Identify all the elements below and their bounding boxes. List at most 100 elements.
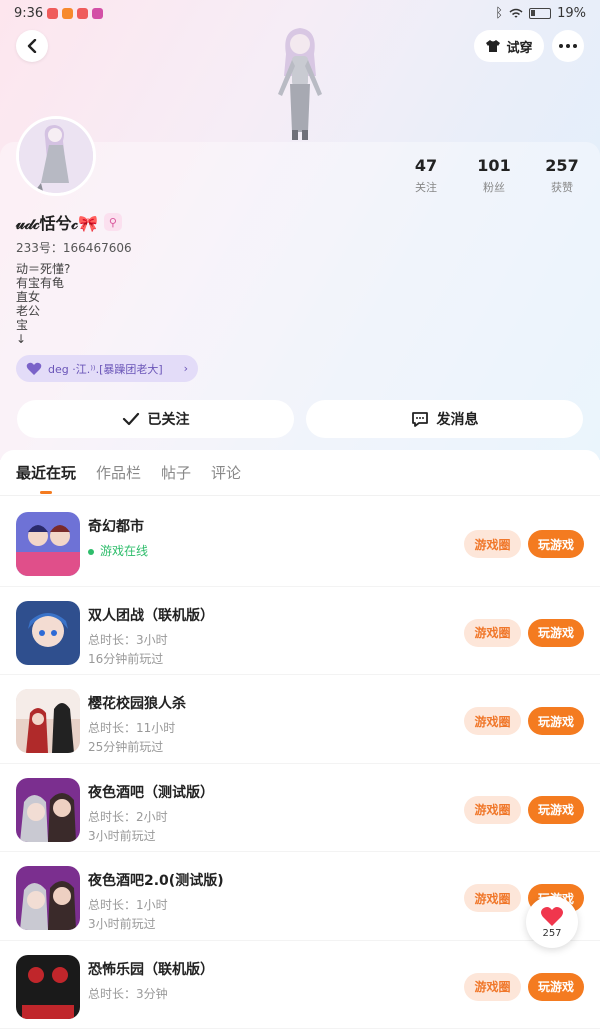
- stat-likes[interactable]: 257 获赞: [532, 156, 592, 195]
- stat-value: 257: [532, 156, 592, 175]
- list-item[interactable]: 奇幻都市 游戏在线 游戏圈 玩游戏: [0, 498, 600, 587]
- tab-recently-played[interactable]: 最近在玩: [16, 450, 76, 496]
- list-item[interactable]: 恐怖乐园（联机版） 总时长：3分钟 游戏圈 玩游戏: [0, 941, 600, 1029]
- play-game-button[interactable]: 玩游戏: [528, 796, 584, 824]
- bio-line: 有宝有龟: [16, 276, 70, 290]
- check-icon: [122, 412, 140, 426]
- game-icon: [16, 778, 80, 842]
- bio-line: 直女: [16, 290, 70, 304]
- username: 𝓊𝒹𝒸恬兮𝒸🎀: [16, 210, 98, 234]
- chevron-right-icon: ›: [184, 362, 188, 375]
- heart-icon: [26, 362, 42, 376]
- profile-tabs: 最近在玩 作品栏 帖子 评论: [0, 450, 600, 496]
- play-game-button[interactable]: 玩游戏: [528, 619, 584, 647]
- battery-icon: [529, 8, 551, 19]
- stat-value: 47: [396, 156, 456, 175]
- wifi-icon: [509, 8, 523, 19]
- chevron-left-icon: [26, 39, 38, 53]
- game-title: 恐怖乐园（联机版）: [88, 959, 214, 979]
- more-dots-icon: [559, 44, 577, 48]
- game-title: 双人团战（联机版）: [88, 605, 214, 625]
- last-played: 3小时前玩过: [88, 915, 156, 932]
- play-game-button[interactable]: 玩游戏: [528, 530, 584, 558]
- stat-label: 粉丝: [464, 179, 524, 195]
- stat-followers[interactable]: 101 粉丝: [464, 156, 524, 195]
- avatar-image: [19, 119, 93, 193]
- game-circle-button[interactable]: 游戏圈: [464, 884, 521, 912]
- list-item[interactable]: 樱花校园狼人杀 总时长：11小时 25分钟前玩过 游戏圈 玩游戏: [0, 675, 600, 764]
- game-circle-button[interactable]: 游戏圈: [464, 707, 521, 735]
- game-circle-button[interactable]: 游戏圈: [464, 796, 521, 824]
- game-list: 奇幻都市 游戏在线 游戏圈 玩游戏 双人团战（联机版） 总时长：3小时 16分钟…: [0, 498, 600, 1029]
- online-status: 游戏在线: [88, 542, 148, 559]
- bluetooth-icon: ᛒ: [495, 6, 503, 21]
- status-time: 9:36: [14, 6, 43, 21]
- app-notification-icon: [47, 8, 58, 19]
- game-title: 奇幻都市: [88, 516, 144, 536]
- user-id: 233号：166467606: [16, 239, 132, 256]
- battery-level: 19%: [557, 6, 586, 21]
- play-duration: 总时长：3分钟: [88, 985, 168, 1002]
- last-played: 25分钟前玩过: [88, 738, 163, 755]
- username-row: 𝓊𝒹𝒸恬兮𝒸🎀 ⚲: [16, 210, 122, 234]
- game-icon: [16, 512, 80, 576]
- stat-label: 关注: [396, 179, 456, 195]
- followed-label: 已关注: [148, 409, 190, 429]
- shirt-icon: [485, 39, 501, 53]
- bio-line: ↓: [16, 332, 70, 346]
- game-icon: [16, 955, 80, 1019]
- status-bar: 9:36 ᛒ 19%: [0, 0, 600, 26]
- play-duration: 总时长：1小时: [88, 896, 168, 913]
- play-duration: 总时长：11小时: [88, 719, 175, 736]
- stat-label: 获赞: [532, 179, 592, 195]
- tab-comments[interactable]: 评论: [211, 450, 241, 496]
- play-duration: 总时长：2小时: [88, 808, 168, 825]
- message-label: 发消息: [437, 409, 479, 429]
- back-button[interactable]: [16, 30, 48, 62]
- game-icon: [16, 689, 80, 753]
- last-played: 16分钟前玩过: [88, 650, 163, 667]
- list-item[interactable]: 夜色酒吧2.0(测试版) 总时长：1小时 3小时前玩过 游戏圈 玩游戏: [0, 852, 600, 941]
- message-icon: [411, 411, 429, 428]
- stat-following[interactable]: 47 关注: [396, 156, 456, 195]
- message-button[interactable]: 发消息: [306, 400, 583, 438]
- badge-icon[interactable]: ⚲: [104, 213, 122, 231]
- play-game-button[interactable]: 玩游戏: [528, 973, 584, 1001]
- game-icon: [16, 601, 80, 665]
- bio-line: 动＝死懂?: [16, 262, 70, 276]
- game-circle-button[interactable]: 游戏圈: [464, 530, 521, 558]
- game-icon: [16, 866, 80, 930]
- stat-value: 101: [464, 156, 524, 175]
- group-tag[interactable]: deg ·江.⁾⁾.[暴躁团老大] ›: [16, 355, 198, 382]
- online-dot-icon: [88, 549, 94, 555]
- like-float-button[interactable]: 257: [526, 896, 578, 948]
- try-on-label: 试穿: [506, 37, 532, 56]
- last-played: 3小时前玩过: [88, 827, 156, 844]
- app-notification-icon: [62, 8, 73, 19]
- game-title: 夜色酒吧（测试版）: [88, 782, 214, 802]
- game-circle-button[interactable]: 游戏圈: [464, 973, 521, 1001]
- list-item[interactable]: 双人团战（联机版） 总时长：3小时 16分钟前玩过 游戏圈 玩游戏: [0, 587, 600, 676]
- group-tag-label: deg ·江.⁾⁾.[暴躁团老大]: [48, 361, 163, 377]
- list-item[interactable]: 夜色酒吧（测试版） 总时长：2小时 3小时前玩过 游戏圈 玩游戏: [0, 764, 600, 853]
- avatar-3d-figure: [262, 24, 338, 142]
- avatar[interactable]: [16, 116, 96, 196]
- app-notification-icon: [92, 8, 103, 19]
- try-on-button[interactable]: 试穿: [474, 30, 544, 62]
- heart-icon: [540, 906, 564, 927]
- bio-line: 宝: [16, 318, 70, 332]
- followed-button[interactable]: 已关注: [17, 400, 294, 438]
- game-circle-button[interactable]: 游戏圈: [464, 619, 521, 647]
- app-notification-icon: [77, 8, 88, 19]
- more-options-button[interactable]: [552, 30, 584, 62]
- tab-posts[interactable]: 帖子: [161, 450, 191, 496]
- play-game-button[interactable]: 玩游戏: [528, 707, 584, 735]
- tab-works[interactable]: 作品栏: [96, 450, 141, 496]
- online-status-label: 游戏在线: [100, 544, 148, 558]
- bio: 动＝死懂? 有宝有龟 直女 老公 宝 ↓: [16, 262, 70, 346]
- play-duration: 总时长：3小时: [88, 631, 168, 648]
- game-title: 樱花校园狼人杀: [88, 693, 186, 713]
- game-title: 夜色酒吧2.0(测试版): [88, 870, 224, 890]
- like-count: 257: [542, 928, 561, 939]
- bio-line: 老公: [16, 304, 70, 318]
